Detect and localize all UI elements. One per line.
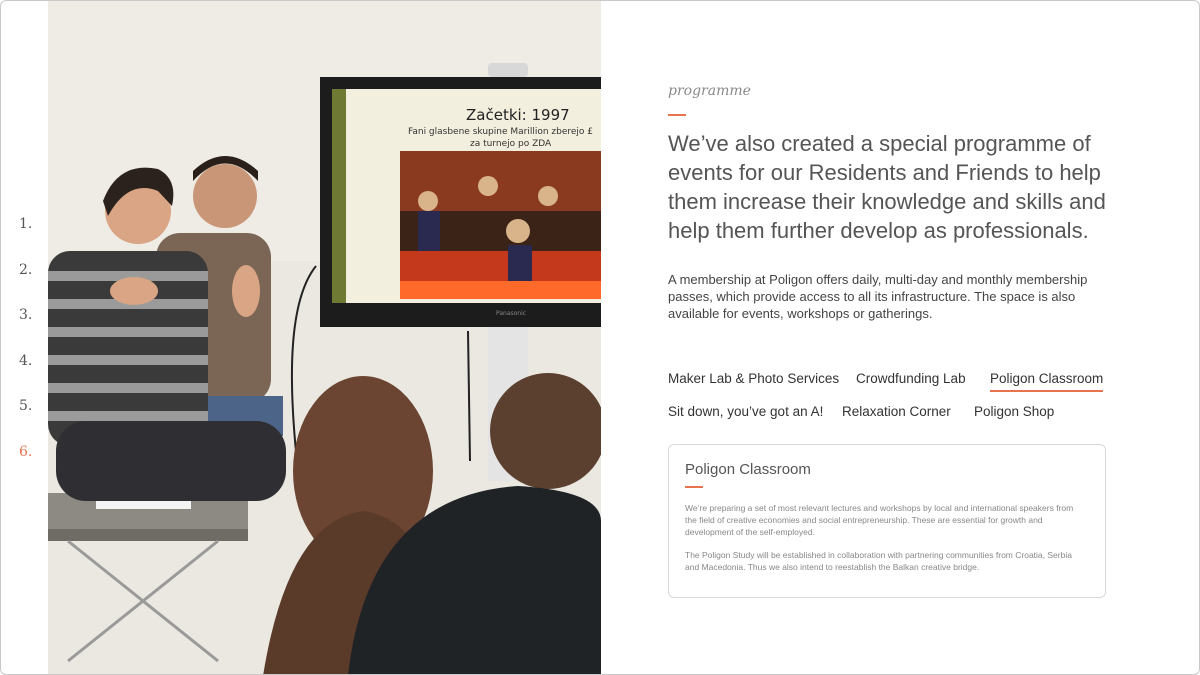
tab-poligon-classroom[interactable]: Poligon Classroom — [990, 371, 1104, 392]
section-number-nav: 1. 2. 3. 4. 5. 6. — [1, 1, 48, 674]
accent-divider — [668, 114, 686, 116]
tab-detail-card: Poligon Classroom We’re preparing a set … — [668, 444, 1106, 598]
section-body: A membership at Poligon offers daily, mu… — [668, 272, 1088, 321]
nav-item-3[interactable]: 3. — [19, 307, 32, 323]
nav-item-1[interactable]: 1. — [19, 216, 32, 232]
tv-brand: Panasonic — [496, 310, 526, 317]
section-lead: We’ve also created a special programme o… — [668, 131, 1106, 243]
screen-subtitle-2: za turnejo po ZDA — [470, 139, 552, 149]
screen-title: Začetki: 1997 — [466, 106, 570, 124]
screen-subtitle-1: Fani glasbene skupine Marillion zberejo … — [408, 127, 593, 137]
tab-maker-lab[interactable]: Maker Lab & Photo Services — [668, 371, 839, 386]
tab-crowdfunding-lab[interactable]: Crowdfunding Lab — [856, 371, 966, 386]
card-accent-divider — [685, 486, 703, 488]
tab-sit-down[interactable]: Sit down, you’ve got an A! — [668, 404, 823, 419]
nav-item-4[interactable]: 4. — [19, 353, 32, 369]
section-label: programme — [668, 83, 751, 99]
nav-item-5[interactable]: 5. — [19, 398, 32, 414]
nav-item-2[interactable]: 2. — [19, 262, 32, 278]
event-photo: Začetki: 1997 Fani glasbene skupine Mari… — [48, 1, 601, 674]
tv-screen: Začetki: 1997 Fani glasbene skupine Mari… — [320, 77, 601, 327]
tab-relaxation-corner[interactable]: Relaxation Corner — [842, 404, 951, 419]
tab-poligon-shop[interactable]: Poligon Shop — [974, 404, 1054, 419]
nav-item-6[interactable]: 6. — [19, 444, 32, 460]
page-frame: 1. 2. 3. 4. 5. 6. Začetki: 1997 Fani gla… — [0, 0, 1200, 675]
card-title: Poligon Classroom — [685, 461, 811, 478]
card-paragraph-2: The Poligon Study will be established in… — [685, 550, 1072, 572]
card-paragraph-1: We’re preparing a set of most relevant l… — [685, 503, 1074, 537]
